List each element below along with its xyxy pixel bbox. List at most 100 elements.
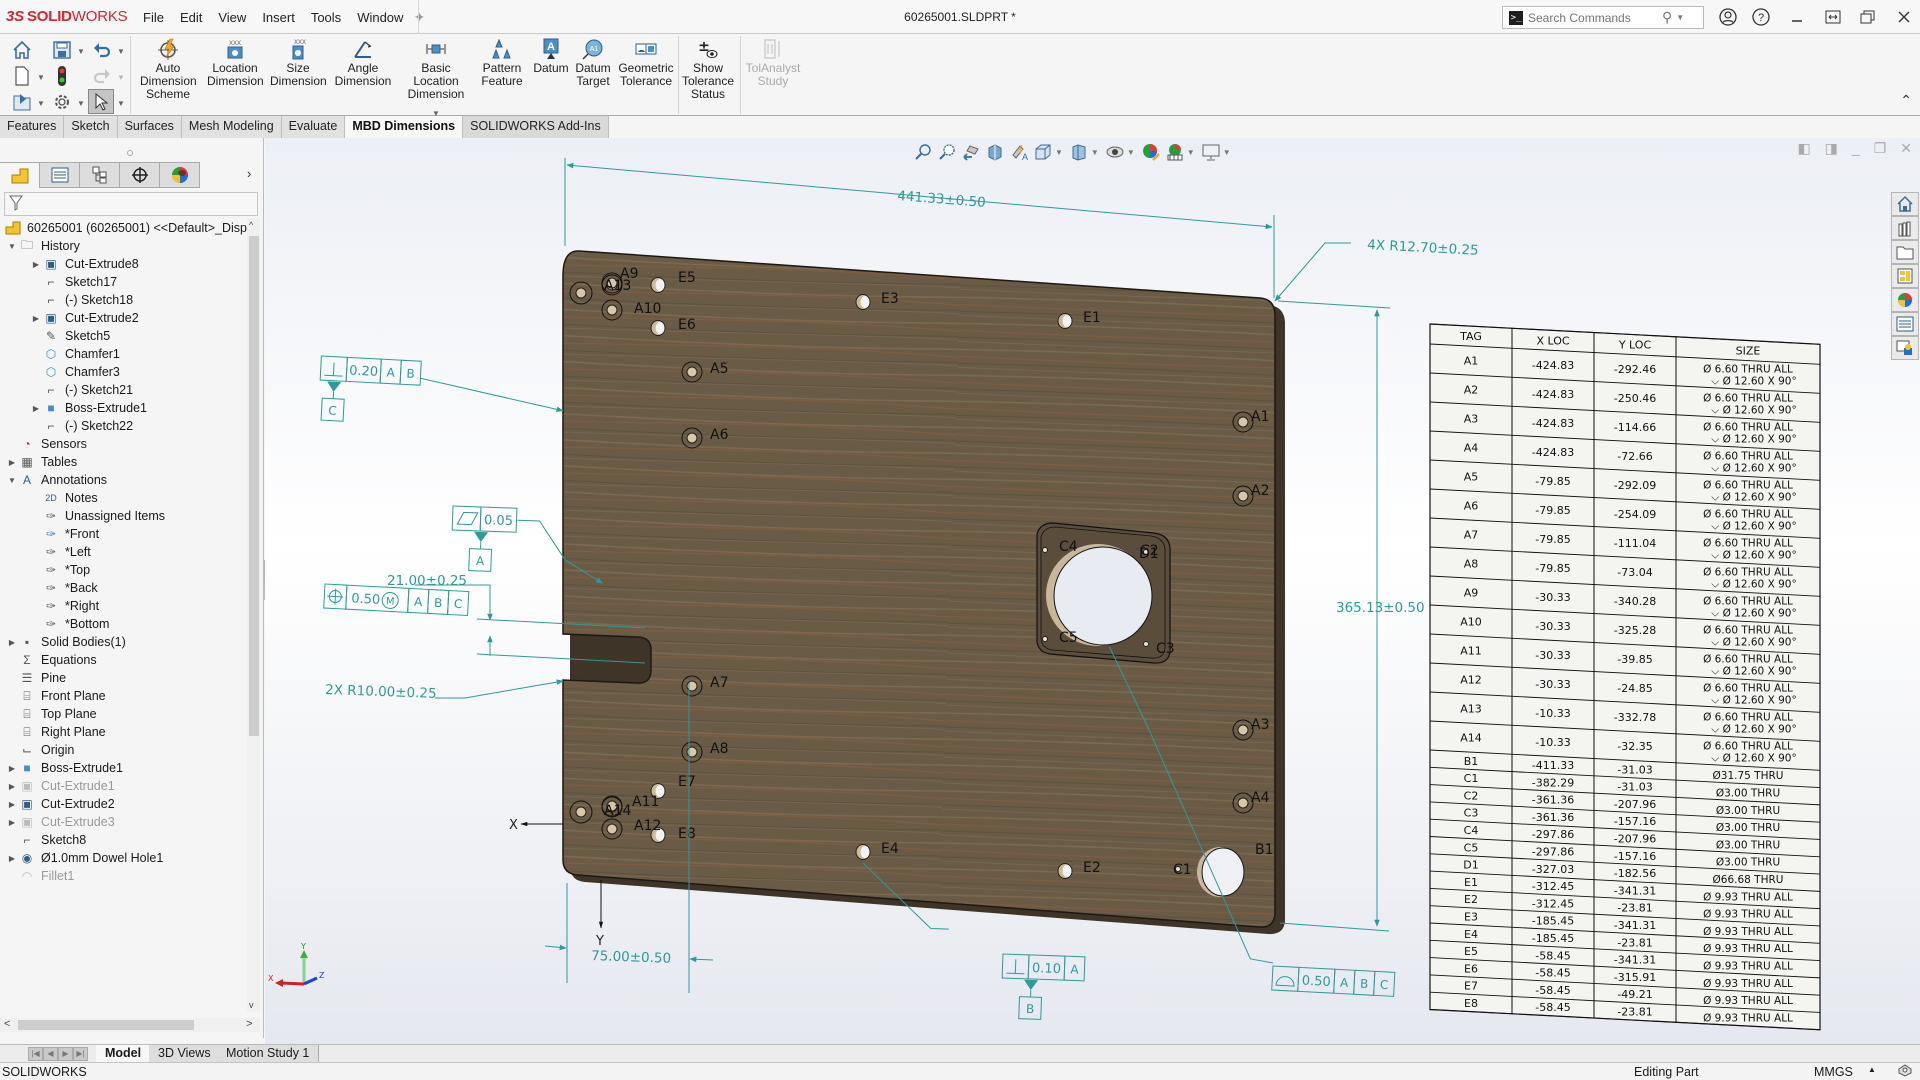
tree-item-cut-extrude1[interactable]: ▶ ▣ Cut-Extrude1 bbox=[6, 776, 115, 796]
open-document-icon[interactable] bbox=[10, 90, 34, 114]
size-dimension-button[interactable]: XXX Size Dimension bbox=[270, 38, 327, 88]
view-triad[interactable]: Y X Z bbox=[268, 942, 325, 987]
tree-filter[interactable] bbox=[4, 192, 258, 216]
hole-table[interactable]: TAG X LOC Y LOC SIZE A1 -424.83 -292.46 Ø 6.60 … bbox=[1429, 323, 1821, 1031]
file-explorer-icon[interactable] bbox=[1891, 240, 1919, 264]
tree-item-pine[interactable]: ☰ Pine bbox=[6, 668, 66, 688]
tree-item-chamfer1[interactable]: ⬡ Chamfer1 bbox=[30, 344, 120, 364]
show-tolerance-status-button[interactable]: ± Show Tolerance Status bbox=[682, 38, 734, 101]
chevron-right-icon[interactable]: › bbox=[247, 166, 251, 181]
menu-file[interactable]: File bbox=[135, 10, 172, 25]
apply-scene-dropdown-icon[interactable]: ▼ bbox=[1187, 148, 1195, 157]
restore-icon[interactable] bbox=[1853, 4, 1883, 30]
expander-closed-icon[interactable]: ▶ bbox=[30, 314, 42, 323]
tree-item-sketch22[interactable]: ⌐ (-) Sketch22 bbox=[30, 416, 133, 436]
tree-item-cut-extrude2[interactable]: ▶ ▣ Cut-Extrude2 bbox=[6, 794, 115, 814]
hole-c3[interactable] bbox=[1143, 641, 1149, 647]
dimension-height[interactable]: 365.13±0.50 bbox=[1277, 300, 1425, 932]
expander-closed-icon[interactable]: ▶ bbox=[6, 458, 18, 467]
tab-sketch[interactable]: Sketch bbox=[64, 116, 118, 138]
view-settings-monitor-icon[interactable] bbox=[1199, 140, 1223, 164]
tree-item-solid-bodies-1[interactable]: ▶ ▪ Solid Bodies(1) bbox=[6, 632, 126, 652]
undo-icon[interactable] bbox=[90, 38, 114, 62]
zoom-to-fit-icon[interactable] bbox=[911, 140, 935, 164]
tree-item-fillet1[interactable]: ◠ Fillet1 bbox=[6, 866, 75, 886]
tree-item-sketch18[interactable]: ⌐ (-) Sketch18 bbox=[30, 290, 133, 310]
view-orientation-dropdown-icon[interactable]: ▼ bbox=[1055, 148, 1063, 157]
tab-surfaces[interactable]: Surfaces bbox=[117, 116, 182, 138]
save-icon[interactable] bbox=[50, 38, 74, 62]
tree-item-sensors[interactable]: ◔ Sensors bbox=[6, 434, 86, 454]
zoom-to-area-icon[interactable] bbox=[935, 140, 959, 164]
pattern-feature-button[interactable]: Pattern Feature bbox=[478, 38, 526, 88]
viewport-restore-icon[interactable]: ❐ bbox=[1874, 140, 1887, 157]
expander-closed-icon[interactable]: ▶ bbox=[6, 638, 18, 647]
expander-open-icon[interactable]: ▼ bbox=[6, 476, 18, 485]
expander-open-icon[interactable]: ▼ bbox=[6, 242, 18, 251]
first-tab-icon[interactable]: |◀ bbox=[28, 1047, 43, 1061]
viewport-previous-icon[interactable]: ◧ bbox=[1797, 140, 1810, 157]
dynamic-annotation-views-icon[interactable]: A bbox=[1007, 140, 1031, 164]
tree-item-front-plane[interactable]: ⌸ Front Plane bbox=[6, 686, 105, 706]
tree-horizontal-scrollbar[interactable]: < > bbox=[0, 1018, 260, 1032]
tree-item-equations[interactable]: Σ Equations bbox=[6, 650, 96, 670]
tab-mesh-modeling[interactable]: Mesh Modeling bbox=[181, 116, 282, 138]
slot-width-text[interactable]: 21.00±0.25 bbox=[387, 573, 467, 589]
gdt-perpendicularity-datum-c[interactable]: 0.20 A B C bbox=[318, 355, 565, 433]
corner-radius-text[interactable]: 4X R12.70±0.25 bbox=[1367, 237, 1479, 259]
tree-item-annotations[interactable]: ▼ A Annotations bbox=[6, 470, 107, 490]
minimize-icon[interactable] bbox=[1782, 4, 1812, 30]
custom-properties-icon[interactable] bbox=[1891, 312, 1919, 336]
hole-c5[interactable] bbox=[1042, 636, 1048, 642]
unit-system[interactable]: MMGS bbox=[1814, 1065, 1853, 1079]
undo-dropdown-icon[interactable]: ▼ bbox=[117, 47, 125, 56]
search-input[interactable] bbox=[1528, 10, 1658, 25]
slot-depth-text[interactable]: 75.00±0.50 bbox=[591, 948, 672, 967]
tab-solidworks-add-ins[interactable]: SOLIDWORKS Add-Ins bbox=[463, 116, 609, 138]
tree-item-1-0mm-dowel-hole1[interactable]: ▶ ◉ Ø1.0mm Dowel Hole1 bbox=[6, 848, 163, 868]
tree-item-notes[interactable]: 2D Notes bbox=[30, 488, 97, 508]
hide-show-dropdown-icon[interactable]: ▼ bbox=[1127, 148, 1135, 157]
displaymanager-tab-icon[interactable] bbox=[160, 162, 200, 188]
tree-item-sketch5[interactable]: ✎ Sketch5 bbox=[30, 326, 110, 346]
collapse-ribbon-icon[interactable]: ⌃ bbox=[1900, 92, 1912, 109]
edit-appearance-icon[interactable] bbox=[1139, 140, 1163, 164]
home-icon[interactable] bbox=[10, 38, 34, 62]
tree-item-unassigned-items[interactable]: ✑ Unassigned Items bbox=[30, 506, 165, 526]
rebuild-status-icon[interactable] bbox=[1897, 1063, 1913, 1080]
scroll-down-icon[interactable]: v bbox=[249, 1000, 254, 1010]
tab-evaluate[interactable]: Evaluate bbox=[281, 116, 346, 138]
tree-item-sketch21[interactable]: ⌐ (-) Sketch21 bbox=[30, 380, 133, 400]
solidworks-logo[interactable]: 3S SOLIDWORKS bbox=[6, 8, 128, 25]
slot-radius-text[interactable]: 2X R10.00±0.25 bbox=[325, 682, 437, 702]
featuremanager-tab-icon[interactable] bbox=[0, 162, 40, 188]
menu-edit[interactable]: Edit bbox=[172, 10, 210, 25]
rebuild-traffic-light-icon[interactable] bbox=[50, 64, 74, 88]
viewport-next-icon[interactable]: ◨ bbox=[1825, 140, 1838, 157]
new-document-icon[interactable] bbox=[10, 64, 34, 88]
hole-e1[interactable] bbox=[1057, 313, 1073, 329]
tree-item-cut-extrude3[interactable]: ▶ ▣ Cut-Extrude3 bbox=[6, 812, 115, 832]
expander-closed-icon[interactable]: ▶ bbox=[6, 800, 18, 809]
expander-closed-icon[interactable]: ▶ bbox=[6, 818, 18, 827]
datum-target-button[interactable]: A1 Datum Target bbox=[573, 38, 613, 88]
scroll-thumb[interactable] bbox=[249, 236, 259, 736]
hole-e2[interactable] bbox=[1057, 863, 1073, 879]
section-view-icon[interactable] bbox=[983, 140, 1007, 164]
tree-item-tables[interactable]: ▶ ▦ Tables bbox=[6, 452, 77, 472]
help-icon[interactable]: ? bbox=[1746, 4, 1776, 30]
tree-item-top-plane[interactable]: ⌸ Top Plane bbox=[6, 704, 96, 724]
width-dimension-text[interactable]: 441.33±0.50 bbox=[897, 188, 987, 211]
search-icon[interactable]: ⚲ bbox=[1662, 9, 1672, 26]
design-library-icon[interactable] bbox=[1891, 216, 1919, 240]
tree-item-cut-extrude8[interactable]: ▶ ▣ Cut-Extrude8 bbox=[30, 254, 139, 274]
viewport-close-icon[interactable]: ✕ bbox=[1900, 140, 1912, 157]
tree-item-front[interactable]: ✑ *Front bbox=[30, 524, 99, 544]
angle-dimension-button[interactable]: Angle Dimension bbox=[333, 38, 393, 88]
hole-e4[interactable] bbox=[855, 844, 871, 860]
menu-insert[interactable]: Insert bbox=[254, 10, 303, 25]
prev-tab-icon[interactable]: ◀ bbox=[43, 1047, 58, 1061]
expander-closed-icon[interactable]: ▶ bbox=[6, 854, 18, 863]
panel-grip[interactable] bbox=[127, 150, 133, 156]
hole-e3[interactable] bbox=[855, 294, 871, 310]
